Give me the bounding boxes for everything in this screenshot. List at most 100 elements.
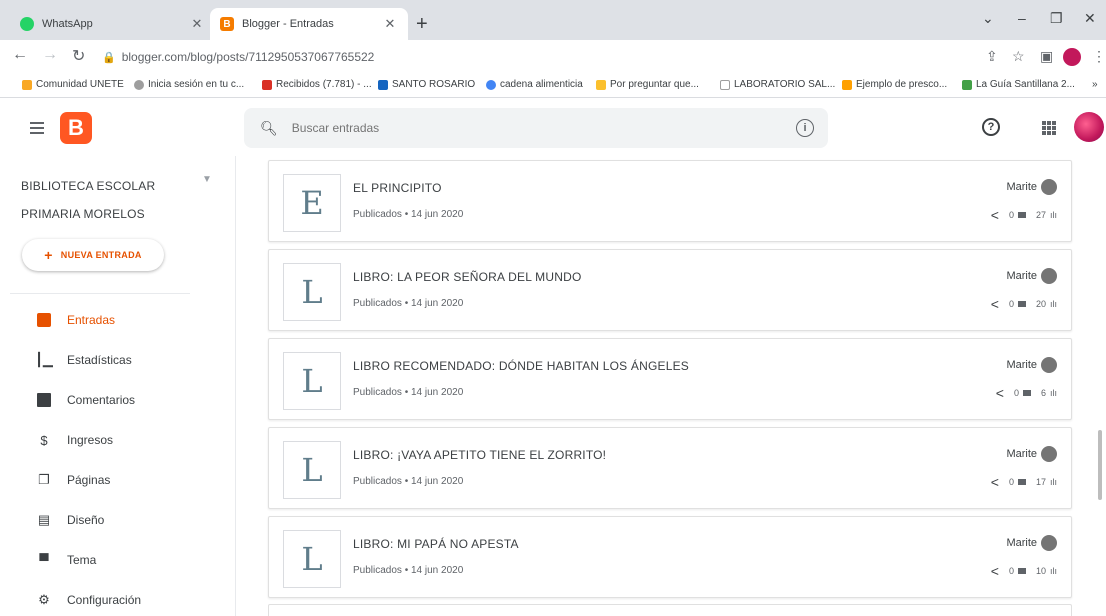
posts-icon bbox=[37, 313, 51, 327]
view-count: 10 bbox=[1035, 566, 1046, 576]
sidebar-item-estadisticas[interactable]: ┃▁ Estadísticas bbox=[0, 340, 236, 380]
search-input[interactable] bbox=[291, 121, 772, 135]
post-title[interactable]: LIBRO RECOMENDADO: DÓNDE HABITAN LOS ÁNG… bbox=[353, 359, 689, 373]
close-icon[interactable]: ✕ bbox=[380, 16, 400, 32]
apps-grid-icon[interactable] bbox=[1042, 121, 1056, 135]
post-stats: < 0 10 ılı bbox=[991, 563, 1057, 579]
bookmarks-bar: Comunidad UNETE Inicia sesión en tu c...… bbox=[0, 74, 1106, 98]
post-status: Publicados • 14 jun 2020 bbox=[353, 476, 464, 487]
sidebar-item-tema[interactable]: ▀ Tema bbox=[0, 540, 236, 580]
sidebar-item-label: Diseño bbox=[67, 513, 105, 527]
layout-icon: ▤ bbox=[37, 512, 51, 527]
new-tab-button[interactable]: + bbox=[416, 14, 428, 34]
scrollbar[interactable] bbox=[1098, 430, 1102, 500]
blog-selector[interactable]: BIBLIOTECA ESCOLAR PRIMARIA MORELOS bbox=[21, 172, 191, 228]
sidebar-item-configuracion[interactable]: ⚙ Configuración bbox=[0, 580, 236, 616]
hamburger-menu-icon[interactable] bbox=[30, 122, 44, 137]
sidebar-item-ingresos[interactable]: $ Ingresos bbox=[0, 420, 236, 460]
menu-icon[interactable]: ⋮ bbox=[1092, 48, 1106, 65]
post-row[interactable]: E EL PRINCIPITO Publicados • 14 jun 2020… bbox=[268, 160, 1072, 242]
account-avatar[interactable] bbox=[1074, 112, 1104, 142]
sidebar-item-comentarios[interactable]: Comentarios bbox=[0, 380, 236, 420]
minimize-icon[interactable]: – bbox=[1018, 10, 1026, 26]
share-page-icon[interactable]: ⇪ bbox=[986, 48, 998, 65]
gear-icon: ⚙ bbox=[38, 592, 50, 607]
chevron-down-icon[interactable]: ▼ bbox=[202, 174, 212, 185]
sidebar-item-diseno[interactable]: ▤ Diseño bbox=[0, 500, 236, 540]
close-icon[interactable]: ✕ bbox=[187, 16, 207, 32]
profile-avatar[interactable] bbox=[1063, 48, 1081, 66]
comment-icon bbox=[1017, 212, 1026, 218]
share-icon[interactable]: < bbox=[996, 385, 1004, 401]
reload-icon[interactable]: ↻ bbox=[72, 46, 85, 66]
post-thumbnail: L bbox=[283, 530, 341, 588]
new-post-label: NUEVA ENTRADA bbox=[60, 250, 142, 260]
post-title[interactable]: LIBRO: LA PEOR SEÑORA DEL MUNDO bbox=[353, 270, 581, 284]
comment-icon bbox=[1022, 390, 1031, 396]
bookmark[interactable]: SANTO ROSARIO bbox=[378, 79, 475, 90]
back-icon[interactable]: ← bbox=[12, 46, 28, 64]
author-avatar bbox=[1041, 535, 1057, 551]
bookmark[interactable]: Inicia sesión en tu c... bbox=[134, 79, 244, 90]
post-row[interactable]: L LIBRO: ¡VAYA APETITO TIENE EL ZORRITO!… bbox=[268, 427, 1072, 509]
search-icon[interactable]: 🔍︎ bbox=[260, 120, 278, 137]
bookmark[interactable]: Recibidos (7.781) - ... bbox=[262, 79, 372, 90]
more-bookmarks-icon[interactable]: » bbox=[1092, 79, 1098, 90]
restore-icon[interactable]: ❐ bbox=[1050, 10, 1063, 27]
paint-roller-icon: ▀ bbox=[39, 552, 49, 568]
comment-count: 0 bbox=[1013, 388, 1019, 398]
bookmark[interactable]: Comunidad UNETE bbox=[22, 79, 124, 90]
view-count: 17 bbox=[1035, 477, 1046, 487]
bookmark[interactable]: Por preguntar que... bbox=[596, 79, 699, 90]
address-bar[interactable]: 🔒 blogger.com/blog/posts/711295053706776… bbox=[102, 44, 982, 70]
gmail-icon bbox=[262, 79, 272, 90]
post-row[interactable]: L LIBRO: LA PEOR SEÑORA DEL MUNDO Public… bbox=[268, 249, 1072, 331]
new-post-button[interactable]: + NUEVA ENTRADA bbox=[22, 239, 164, 271]
browser-tabstrip: WhatsApp ✕ B Blogger - Entradas ✕ + ⌄ – … bbox=[0, 0, 1106, 40]
bookmark[interactable]: La Guía Santillana 2... bbox=[962, 79, 1075, 90]
blogger-logo[interactable]: B bbox=[60, 112, 92, 144]
bookmark-icon bbox=[134, 79, 144, 90]
tab-whatsapp[interactable]: WhatsApp ✕ bbox=[10, 8, 215, 40]
help-icon[interactable]: ? bbox=[982, 118, 1000, 136]
bookmark-label: SANTO ROSARIO bbox=[392, 79, 476, 90]
sidebar-item-paginas[interactable]: ❐ Páginas bbox=[0, 460, 236, 500]
sidebar-item-label: Entradas bbox=[67, 313, 116, 327]
sidebar-item-entradas[interactable]: Entradas bbox=[0, 300, 236, 340]
views-icon: ılı bbox=[1049, 566, 1057, 576]
share-icon[interactable]: < bbox=[991, 296, 999, 312]
share-icon[interactable]: < bbox=[991, 474, 999, 490]
views-icon: ılı bbox=[1049, 210, 1057, 220]
bookmark[interactable]: Ejemplo de presco... bbox=[842, 79, 947, 90]
post-row[interactable] bbox=[268, 604, 1072, 616]
author-name: Marite bbox=[1006, 448, 1037, 460]
sidebar-item-label: Ingresos bbox=[67, 433, 114, 447]
post-row[interactable]: L LIBRO: MI PAPÁ NO APESTA Publicados • … bbox=[268, 516, 1072, 598]
divider bbox=[10, 293, 190, 294]
share-icon[interactable]: < bbox=[991, 207, 999, 223]
views-icon: ılı bbox=[1049, 477, 1057, 487]
comment-count: 0 bbox=[1008, 566, 1014, 576]
bookmark[interactable]: cadena alimenticia bbox=[486, 79, 583, 90]
window-close-icon[interactable]: ✕ bbox=[1084, 10, 1096, 27]
sidebar-item-label: Comentarios bbox=[67, 393, 136, 407]
tab-title: Blogger - Entradas bbox=[242, 18, 334, 30]
post-title[interactable]: LIBRO: ¡VAYA APETITO TIENE EL ZORRITO! bbox=[353, 448, 606, 462]
bookmark-icon bbox=[720, 79, 730, 90]
post-thumbnail: L bbox=[283, 263, 341, 321]
tab-search-icon[interactable]: ⌄ bbox=[982, 10, 994, 27]
post-row[interactable]: L LIBRO RECOMENDADO: DÓNDE HABITAN LOS Á… bbox=[268, 338, 1072, 420]
extensions-icon[interactable]: ▣ bbox=[1040, 48, 1053, 65]
post-title[interactable]: LIBRO: MI PAPÁ NO APESTA bbox=[353, 537, 519, 551]
bookmark[interactable]: LABORATORIO SAL... bbox=[720, 79, 835, 90]
tab-blogger[interactable]: B Blogger - Entradas ✕ bbox=[210, 8, 408, 40]
browser-toolbar: ← → ↻ 🔒 blogger.com/blog/posts/711295053… bbox=[0, 40, 1106, 74]
share-icon[interactable]: < bbox=[991, 563, 999, 579]
star-icon[interactable]: ☆ bbox=[1012, 48, 1025, 65]
bookmark-icon bbox=[378, 79, 388, 90]
info-icon[interactable]: i bbox=[796, 119, 814, 137]
lock-icon: 🔒 bbox=[102, 51, 116, 64]
forward-icon[interactable]: → bbox=[42, 46, 58, 64]
bookmark-label: Recibidos (7.781) - ... bbox=[276, 79, 372, 90]
post-title[interactable]: EL PRINCIPITO bbox=[353, 181, 442, 195]
